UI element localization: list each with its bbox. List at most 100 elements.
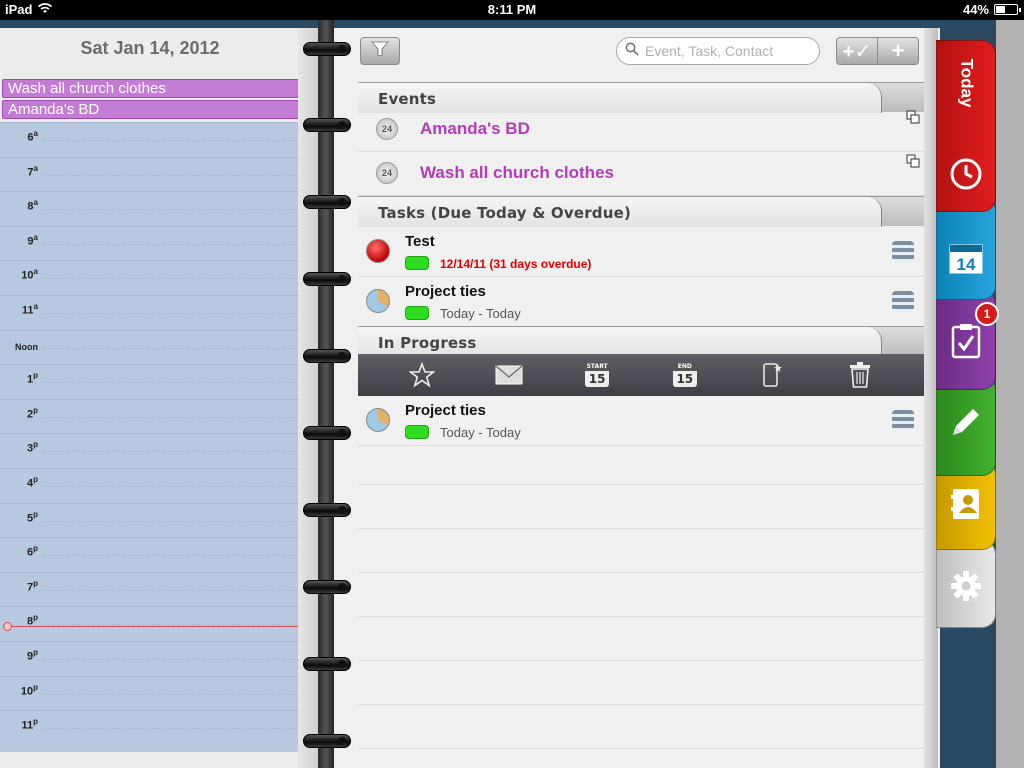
hour-row[interactable]: Noon — [0, 329, 300, 365]
tab-today[interactable]: Today — [936, 40, 996, 212]
filter-icon — [371, 41, 389, 62]
mail-icon[interactable] — [495, 361, 523, 389]
binder-cover-right — [996, 20, 1024, 768]
hour-row[interactable]: 11a — [0, 295, 300, 330]
all-day-clock-icon: 24 — [376, 162, 398, 184]
task-row[interactable]: Project ties Today - Today — [358, 277, 924, 327]
hour-row[interactable]: 7p — [0, 571, 300, 607]
drag-handle-icon[interactable] — [892, 291, 914, 311]
hour-label: 6p — [26, 544, 38, 559]
binder-ring — [303, 657, 351, 671]
add-completed-task-button[interactable]: +✓ — [836, 37, 878, 65]
hour-row[interactable]: 6p — [0, 537, 300, 572]
hour-row[interactable]: 10a — [0, 260, 300, 295]
task-row[interactable]: Test 12/14/11 (31 days overdue) — [358, 227, 924, 277]
hour-row[interactable]: 7a — [0, 156, 300, 192]
binder-ring — [303, 349, 351, 363]
hour-row[interactable]: 1p — [0, 364, 300, 399]
event-row[interactable]: 24 Amanda's BD — [358, 108, 924, 152]
start-date-icon[interactable]: START 15 — [583, 361, 611, 389]
binder-ring — [303, 42, 351, 56]
battery-percent: 44% — [962, 2, 989, 17]
binder-ring — [303, 118, 351, 132]
drag-handle-icon[interactable] — [892, 241, 914, 261]
tasks-badge: 1 — [975, 302, 999, 326]
all-day-events: Wash all church clothes Amanda's BD — [2, 79, 299, 121]
binder-ring — [303, 272, 351, 286]
hour-row[interactable]: 11p — [0, 710, 300, 745]
hour-label: 2p — [26, 405, 38, 421]
task-due-date: 12/14/11 (31 days overdue) — [440, 257, 592, 271]
task-row[interactable]: Project ties Today - Today — [358, 396, 924, 446]
hour-row[interactable]: 10p — [0, 675, 300, 711]
hour-row[interactable]: 4p — [0, 468, 300, 503]
clipboard-check-icon — [937, 323, 995, 359]
hour-label: 4p — [26, 475, 38, 490]
search-icon — [625, 42, 639, 61]
contact-card-icon — [937, 487, 995, 521]
filter-button[interactable] — [360, 37, 400, 65]
task-status-button[interactable] — [366, 289, 390, 313]
current-time-marker — [3, 622, 12, 631]
all-day-event[interactable]: Wash all church clothes — [2, 79, 299, 98]
tasks-section-header: Tasks (Due Today & Overdue) — [358, 196, 924, 227]
task-status-button[interactable] — [366, 239, 390, 263]
task-status-button[interactable] — [366, 408, 390, 432]
duplicate-icon[interactable] — [906, 154, 920, 168]
task-action-bar: START 15 END 15 — [358, 354, 924, 396]
device-star-icon[interactable] — [758, 361, 786, 389]
duplicate-icon[interactable] — [906, 110, 920, 124]
event-row[interactable]: 24 Wash all church clothes — [358, 152, 924, 196]
clock-icon — [937, 157, 995, 191]
tab-today-label: Today — [957, 58, 976, 108]
event-title: Wash all church clothes — [420, 163, 614, 182]
hour-label: 8a — [27, 198, 38, 213]
section-title: In Progress — [378, 334, 477, 352]
task-title: Project ties — [405, 283, 486, 300]
drag-handle-icon[interactable] — [892, 410, 914, 430]
hour-row[interactable]: 8a — [0, 191, 300, 226]
hour-row[interactable]: 9a — [0, 225, 300, 261]
hour-label: 7p — [26, 578, 38, 594]
calendar-day-number: 14 — [957, 255, 976, 274]
hour-row[interactable]: 6a — [0, 122, 300, 157]
add-item-button[interactable]: + — [877, 37, 919, 65]
all-day-event[interactable]: Amanda's BD — [2, 100, 299, 119]
task-title: Project ties — [405, 402, 486, 419]
hour-row[interactable]: 2p — [0, 398, 300, 434]
hour-label: 1p — [26, 371, 38, 386]
section-title: Events — [378, 90, 437, 108]
search-input[interactable] — [645, 43, 805, 59]
current-time-line — [8, 626, 300, 627]
task-due-date: Today - Today — [440, 425, 521, 440]
task-due-date: Today - Today — [440, 306, 521, 321]
hour-label: 10p — [20, 682, 38, 698]
gear-icon — [937, 569, 995, 603]
hour-row[interactable]: 9p — [0, 641, 300, 676]
tab-settings[interactable] — [936, 540, 996, 628]
day-date-title: Sat Jan 14, 2012 — [80, 38, 220, 58]
task-title: Test — [405, 233, 435, 250]
star-icon[interactable] — [408, 361, 436, 389]
priority-indicator — [405, 256, 429, 270]
hour-row[interactable]: 3p — [0, 433, 300, 468]
pencil-icon — [937, 405, 995, 439]
hour-label: 11a — [21, 302, 38, 317]
calendar-icon: 14 — [937, 241, 995, 275]
battery-icon — [994, 4, 1021, 15]
hour-row[interactable]: 5p — [0, 502, 300, 538]
hour-label: 11p — [21, 717, 38, 732]
trash-icon[interactable] — [846, 361, 874, 389]
in-progress-section-header: In Progress — [358, 326, 924, 357]
hour-label: 6a — [27, 129, 38, 144]
end-date-icon[interactable]: END 15 — [671, 361, 699, 389]
hour-label: 9p — [26, 648, 38, 663]
hour-label: 10a — [21, 267, 38, 283]
status-time: 8:11 PM — [487, 2, 537, 17]
section-title: Tasks (Due Today & Overdue) — [378, 204, 632, 222]
search-field[interactable] — [616, 37, 820, 65]
hour-grid[interactable]: 6a 7a 8a 9a 10a 11a Noon 1p 2p 3p 4p 5p 6p 7p 8p 9p 10p 1… — [0, 122, 300, 752]
agenda-content: Events 24 Amanda's BD 24 Wash all church… — [358, 80, 924, 768]
tab-notes[interactable] — [936, 376, 996, 476]
hour-row[interactable]: 8p — [0, 606, 300, 641]
